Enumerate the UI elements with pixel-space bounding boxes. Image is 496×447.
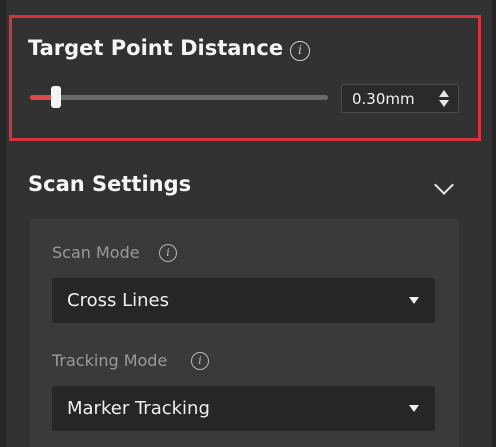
tracking-mode-selected: Marker Tracking — [67, 398, 210, 419]
right-edge-strip — [492, 0, 496, 447]
tracking-mode-label: Tracking Mode — [52, 351, 168, 370]
distance-slider-handle[interactable] — [51, 86, 61, 108]
distance-value: 0.30mm — [352, 90, 415, 108]
distance-slider-track[interactable] — [30, 95, 328, 100]
info-icon[interactable]: i — [290, 41, 310, 61]
scan-mode-dropdown[interactable]: Cross Lines — [52, 278, 435, 323]
scan-mode-info-icon[interactable]: i — [159, 244, 177, 262]
caret-down-icon — [409, 297, 419, 304]
scan-mode-selected: Cross Lines — [67, 290, 169, 311]
app-root: Target Point Distance i 0.30mm Scan Sett… — [0, 0, 496, 447]
tracking-mode-dropdown[interactable]: Marker Tracking — [52, 386, 435, 431]
spin-down-icon[interactable] — [439, 100, 449, 107]
highlight-frame — [9, 15, 481, 141]
tracking-mode-info-icon[interactable]: i — [191, 352, 209, 370]
scan-settings-title: Scan Settings — [28, 172, 192, 196]
spin-up-icon[interactable] — [439, 90, 449, 97]
distance-value-spinbox[interactable]: 0.30mm — [341, 84, 459, 113]
scan-mode-label: Scan Mode — [52, 243, 140, 262]
caret-down-icon — [409, 405, 419, 412]
target-point-distance-title: Target Point Distance — [28, 36, 284, 60]
